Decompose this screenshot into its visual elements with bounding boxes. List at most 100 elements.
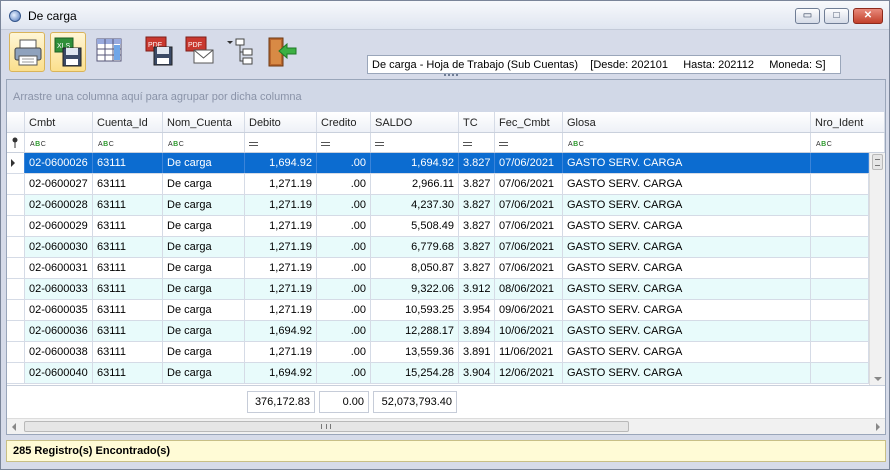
filter-glosa[interactable]: ABC	[563, 133, 811, 152]
cell-saldo[interactable]: 15,254.28	[371, 363, 459, 383]
table-row[interactable]: 02-0600028 63111 De carga 1,271.19.00 4,237.…	[7, 195, 869, 216]
cell-saldo[interactable]: 2,966.11	[371, 174, 459, 194]
cell-cuenta-id[interactable]: 63111	[93, 195, 163, 215]
cell-cmbt[interactable]: 02-0600027	[25, 174, 93, 194]
toolbar-splitter[interactable]	[444, 74, 458, 76]
table-row[interactable]: 02-0600035 63111 De carga 1,271.19.00 10,593…	[7, 300, 869, 321]
cell-tc[interactable]: 3.954	[459, 300, 495, 320]
filter-cuenta-id[interactable]: ABC	[93, 133, 163, 152]
column-header-cuenta-id[interactable]: Cuenta_Id	[93, 112, 163, 132]
exit-button[interactable]	[264, 32, 300, 72]
cell-credito[interactable]: .00	[317, 216, 371, 236]
column-chooser-button[interactable]	[92, 32, 128, 72]
cell-tc[interactable]: 3.827	[459, 258, 495, 278]
cell-glosa[interactable]: GASTO SERV. CARGA	[563, 342, 811, 362]
cell-fec-cmbt[interactable]: 07/06/2021	[495, 195, 563, 215]
cell-tc[interactable]: 3.891	[459, 342, 495, 362]
maximize-button[interactable]: □	[824, 8, 849, 24]
cell-nro-ident[interactable]	[811, 195, 869, 215]
cell-cuenta-id[interactable]: 63111	[93, 216, 163, 236]
cell-nom-cuenta[interactable]: De carga	[163, 237, 245, 257]
cell-nom-cuenta[interactable]: De carga	[163, 321, 245, 341]
table-row[interactable]: 02-0600026 63111 De carga 1,694.92.00 1,694.…	[7, 153, 869, 174]
table-row[interactable]: 02-0600036 63111 De carga 1,694.92.00 12,288…	[7, 321, 869, 342]
cell-nro-ident[interactable]	[811, 363, 869, 383]
cell-glosa[interactable]: GASTO SERV. CARGA	[563, 279, 811, 299]
cell-cuenta-id[interactable]: 63111	[93, 237, 163, 257]
cell-debito[interactable]: 1,271.19	[245, 174, 317, 194]
email-pdf-button[interactable]: PDF	[182, 32, 218, 72]
cell-debito[interactable]: 1,694.92	[245, 153, 317, 173]
cell-debito[interactable]: 1,271.19	[245, 342, 317, 362]
cell-saldo[interactable]: 9,322.06	[371, 279, 459, 299]
filter-cmbt[interactable]: ABC	[25, 133, 93, 152]
cell-debito[interactable]: 1,271.19	[245, 258, 317, 278]
vertical-scroll-thumb[interactable]	[872, 154, 883, 170]
cell-glosa[interactable]: GASTO SERV. CARGA	[563, 321, 811, 341]
cell-nro-ident[interactable]	[811, 237, 869, 257]
column-header-debito[interactable]: Debito	[245, 112, 317, 132]
cell-saldo[interactable]: 4,237.30	[371, 195, 459, 215]
cell-credito[interactable]: .00	[317, 363, 371, 383]
column-header-credito[interactable]: Credito	[317, 112, 371, 132]
cell-tc[interactable]: 3.827	[459, 153, 495, 173]
column-header-nom-cuenta[interactable]: Nom_Cuenta	[163, 112, 245, 132]
filter-fec-cmbt[interactable]	[495, 133, 563, 152]
cell-debito[interactable]: 1,271.19	[245, 300, 317, 320]
column-header-nro-ident[interactable]: Nro_Ident	[811, 112, 885, 132]
cell-cmbt[interactable]: 02-0600035	[25, 300, 93, 320]
cell-debito[interactable]: 1,271.19	[245, 279, 317, 299]
scroll-left-arrow-icon[interactable]	[12, 423, 16, 431]
cell-cuenta-id[interactable]: 63111	[93, 174, 163, 194]
table-row[interactable]: 02-0600029 63111 De carga 1,271.19.00 5,508.…	[7, 216, 869, 237]
cell-fec-cmbt[interactable]: 11/06/2021	[495, 342, 563, 362]
cell-cmbt[interactable]: 02-0600036	[25, 321, 93, 341]
cell-saldo[interactable]: 13,559.36	[371, 342, 459, 362]
table-row[interactable]: 02-0600031 63111 De carga 1,271.19.00 8,050.…	[7, 258, 869, 279]
row-indicator[interactable]	[7, 279, 25, 299]
cell-cmbt[interactable]: 02-0600031	[25, 258, 93, 278]
row-indicator[interactable]	[7, 237, 25, 257]
table-row[interactable]: 02-0600040 63111 De carga 1,694.92.00 15,254…	[7, 363, 869, 384]
print-button[interactable]	[9, 32, 45, 72]
cell-tc[interactable]: 3.827	[459, 237, 495, 257]
horizontal-scrollbar[interactable]	[7, 418, 885, 434]
tree-view-button[interactable]	[224, 32, 260, 72]
cell-fec-cmbt[interactable]: 07/06/2021	[495, 216, 563, 236]
cell-saldo[interactable]: 12,288.17	[371, 321, 459, 341]
cell-tc[interactable]: 3.827	[459, 216, 495, 236]
cell-debito[interactable]: 1,271.19	[245, 216, 317, 236]
table-row[interactable]: 02-0600038 63111 De carga 1,271.19.00 13,559…	[7, 342, 869, 363]
filter-pin-icon[interactable]	[7, 133, 25, 152]
cell-fec-cmbt[interactable]: 08/06/2021	[495, 279, 563, 299]
cell-nom-cuenta[interactable]: De carga	[163, 258, 245, 278]
cell-nro-ident[interactable]	[811, 300, 869, 320]
cell-fec-cmbt[interactable]: 09/06/2021	[495, 300, 563, 320]
cell-credito[interactable]: .00	[317, 153, 371, 173]
cell-cuenta-id[interactable]: 63111	[93, 321, 163, 341]
group-by-panel[interactable]: Arrastre una columna aquí para agrupar p…	[7, 80, 885, 112]
cell-glosa[interactable]: GASTO SERV. CARGA	[563, 237, 811, 257]
cell-glosa[interactable]: GASTO SERV. CARGA	[563, 300, 811, 320]
filter-nom-cuenta[interactable]: ABC	[163, 133, 245, 152]
cell-glosa[interactable]: GASTO SERV. CARGA	[563, 195, 811, 215]
cell-fec-cmbt[interactable]: 07/06/2021	[495, 237, 563, 257]
cell-fec-cmbt[interactable]: 07/06/2021	[495, 153, 563, 173]
cell-credito[interactable]: .00	[317, 258, 371, 278]
cell-cmbt[interactable]: 02-0600040	[25, 363, 93, 383]
cell-nro-ident[interactable]	[811, 321, 869, 341]
cell-tc[interactable]: 3.894	[459, 321, 495, 341]
cell-saldo[interactable]: 6,779.68	[371, 237, 459, 257]
row-indicator[interactable]	[7, 321, 25, 341]
cell-nro-ident[interactable]	[811, 174, 869, 194]
column-header-saldo[interactable]: SALDO	[371, 112, 459, 132]
cell-tc[interactable]: 3.912	[459, 279, 495, 299]
filter-tc[interactable]	[459, 133, 495, 152]
cell-cmbt[interactable]: 02-0600033	[25, 279, 93, 299]
close-button[interactable]: ✕	[853, 8, 883, 24]
cell-nom-cuenta[interactable]: De carga	[163, 195, 245, 215]
table-row[interactable]: 02-0600033 63111 De carga 1,271.19.00 9,322.…	[7, 279, 869, 300]
cell-glosa[interactable]: GASTO SERV. CARGA	[563, 153, 811, 173]
cell-cmbt[interactable]: 02-0600029	[25, 216, 93, 236]
cell-cuenta-id[interactable]: 63111	[93, 300, 163, 320]
